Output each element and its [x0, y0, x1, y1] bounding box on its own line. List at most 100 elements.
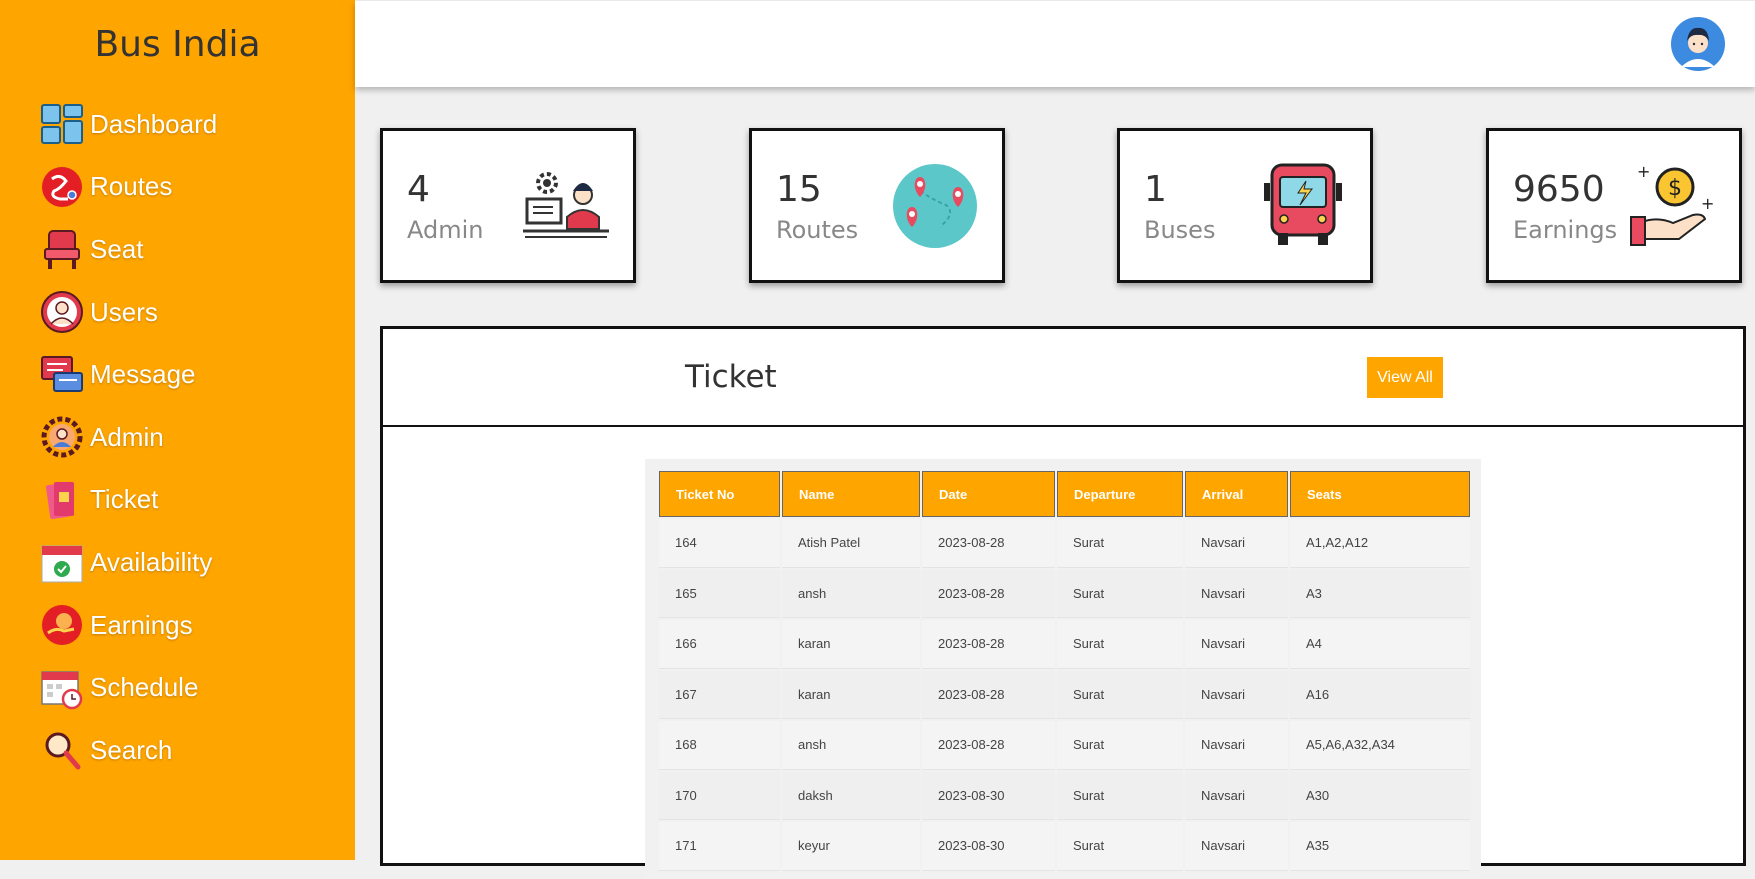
cell-seats: A16 [1290, 670, 1470, 719]
sidebar: Bus India Dashboard Routes Seat Users Me… [0, 0, 355, 860]
cell-arrival: Navsari [1185, 721, 1288, 770]
cell-date: 2023-08-28 [922, 620, 1055, 669]
column-header[interactable]: Arrival [1185, 471, 1288, 517]
stat-value: 1 [1144, 169, 1167, 210]
bus-icon [1264, 163, 1342, 245]
message-icon [41, 355, 83, 392]
cell-arrival: Navsari [1185, 822, 1288, 871]
stat-label: Buses [1144, 216, 1216, 244]
cell-date: 2023-08-30 [922, 771, 1055, 820]
cell-name: ansh [782, 569, 920, 618]
cell-date: 2023-08-28 [922, 569, 1055, 618]
ticket-table: Ticket No Name Date Departure Arrival Se… [657, 469, 1472, 873]
sidebar-item-admin[interactable]: Admin [40, 406, 217, 469]
ticket-icon [45, 481, 74, 519]
cell-departure: Surat [1057, 519, 1183, 568]
users-icon [41, 291, 83, 334]
stat-label: Routes [776, 216, 859, 244]
cell-departure: Surat [1057, 670, 1183, 719]
cell-ticket-no: 171 [659, 822, 780, 871]
sidebar-item-label: Message [90, 359, 196, 390]
cell-date: 2023-08-30 [922, 822, 1055, 871]
cell-date: 2023-08-28 [922, 721, 1055, 770]
sidebar-item-users[interactable]: Users [40, 281, 217, 344]
sidebar-item-label: Ticket [90, 484, 159, 515]
sidebar-item-message[interactable]: Message [40, 343, 217, 406]
stat-card-earnings[interactable]: 9650 Earnings $ + + [1486, 128, 1742, 283]
search-icon [45, 732, 81, 770]
stat-value: 15 [776, 169, 822, 210]
column-header[interactable]: Date [922, 471, 1055, 517]
table-row[interactable]: 170 daksh 2023-08-30 Surat Navsari A30 [659, 771, 1470, 820]
sidebar-item-routes[interactable]: Routes [40, 156, 217, 219]
cell-departure: Surat [1057, 771, 1183, 820]
brand-title: Bus India [94, 24, 261, 65]
table-row[interactable]: 171 keyur 2023-08-30 Surat Navsari A35 [659, 822, 1470, 871]
sidebar-item-label: Routes [90, 171, 173, 202]
stat-label: Earnings [1513, 216, 1618, 244]
cell-name: ansh [782, 721, 920, 770]
availability-icon [41, 545, 83, 583]
cell-arrival: Navsari [1185, 620, 1288, 669]
table-row[interactable]: 164 Atish Patel 2023-08-28 Surat Navsari… [659, 519, 1470, 568]
sidebar-nav: Dashboard Routes Seat Users Message Admi… [40, 93, 217, 782]
column-header[interactable]: Seats [1290, 471, 1470, 517]
seat-icon [44, 230, 80, 270]
svg-text:+: + [1701, 194, 1714, 213]
sidebar-item-dashboard[interactable]: Dashboard [40, 93, 217, 156]
stat-card-admin[interactable]: 4 Admin [380, 128, 636, 283]
admin-icon [41, 416, 83, 458]
cell-ticket-no: 166 [659, 620, 780, 669]
svg-text:+: + [1637, 162, 1650, 181]
cell-seats: A4 [1290, 620, 1470, 669]
cell-departure: Surat [1057, 620, 1183, 669]
view-all-button[interactable]: View All [1367, 357, 1443, 398]
stat-card-routes[interactable]: 15 Routes [749, 128, 1005, 283]
cell-ticket-no: 165 [659, 569, 780, 618]
stat-card-buses[interactable]: 1 Buses [1117, 128, 1373, 283]
sidebar-item-earnings[interactable]: Earnings [40, 594, 217, 657]
cell-ticket-no: 168 [659, 721, 780, 770]
schedule-icon [41, 670, 83, 709]
cell-departure: Surat [1057, 569, 1183, 618]
table-row[interactable]: 168 ansh 2023-08-28 Surat Navsari A5,A6,… [659, 721, 1470, 770]
sidebar-item-ticket[interactable]: Ticket [40, 469, 217, 532]
cell-date: 2023-08-28 [922, 519, 1055, 568]
cell-ticket-no: 164 [659, 519, 780, 568]
sidebar-item-label: Admin [90, 421, 164, 452]
cell-seats: A3 [1290, 569, 1470, 618]
sidebar-item-label: Search [90, 734, 173, 765]
column-header[interactable]: Name [782, 471, 920, 517]
cell-departure: Surat [1057, 721, 1183, 770]
cell-seats: A35 [1290, 822, 1470, 871]
table-row[interactable]: 165 ansh 2023-08-28 Surat Navsari A3 [659, 569, 1470, 618]
cell-seats: A30 [1290, 771, 1470, 820]
admin-desk-icon [523, 172, 609, 238]
panel-title: Ticket [685, 359, 777, 395]
stat-value: 9650 [1513, 169, 1605, 210]
column-header[interactable]: Ticket No [659, 471, 780, 517]
sidebar-item-availability[interactable]: Availability [40, 531, 217, 594]
cell-date: 2023-08-28 [922, 670, 1055, 719]
column-header[interactable]: Departure [1057, 471, 1183, 517]
cell-arrival: Navsari [1185, 771, 1288, 820]
svg-text:$: $ [1668, 176, 1682, 201]
ticket-panel-header: Ticket View All [383, 329, 1743, 427]
user-avatar-icon[interactable] [1671, 17, 1725, 71]
cell-seats: A5,A6,A32,A34 [1290, 721, 1470, 770]
cell-name: karan [782, 620, 920, 669]
sidebar-item-search[interactable]: Search [40, 719, 217, 782]
sidebar-item-label: Schedule [90, 672, 199, 703]
earnings-icon [42, 605, 82, 646]
cell-ticket-no: 167 [659, 670, 780, 719]
money-hand-icon: $ + + [1630, 162, 1714, 246]
sidebar-item-label: Availability [90, 546, 213, 577]
sidebar-item-schedule[interactable]: Schedule [40, 656, 217, 719]
table-row[interactable]: 166 karan 2023-08-28 Surat Navsari A4 [659, 620, 1470, 669]
cell-arrival: Navsari [1185, 519, 1288, 568]
ticket-panel: Ticket View All Ticket No Name Date Depa… [380, 326, 1746, 879]
map-pins-icon [893, 164, 977, 248]
table-row[interactable]: 167 karan 2023-08-28 Surat Navsari A16 [659, 670, 1470, 719]
sidebar-item-seat[interactable]: Seat [40, 218, 217, 281]
cell-arrival: Navsari [1185, 569, 1288, 618]
